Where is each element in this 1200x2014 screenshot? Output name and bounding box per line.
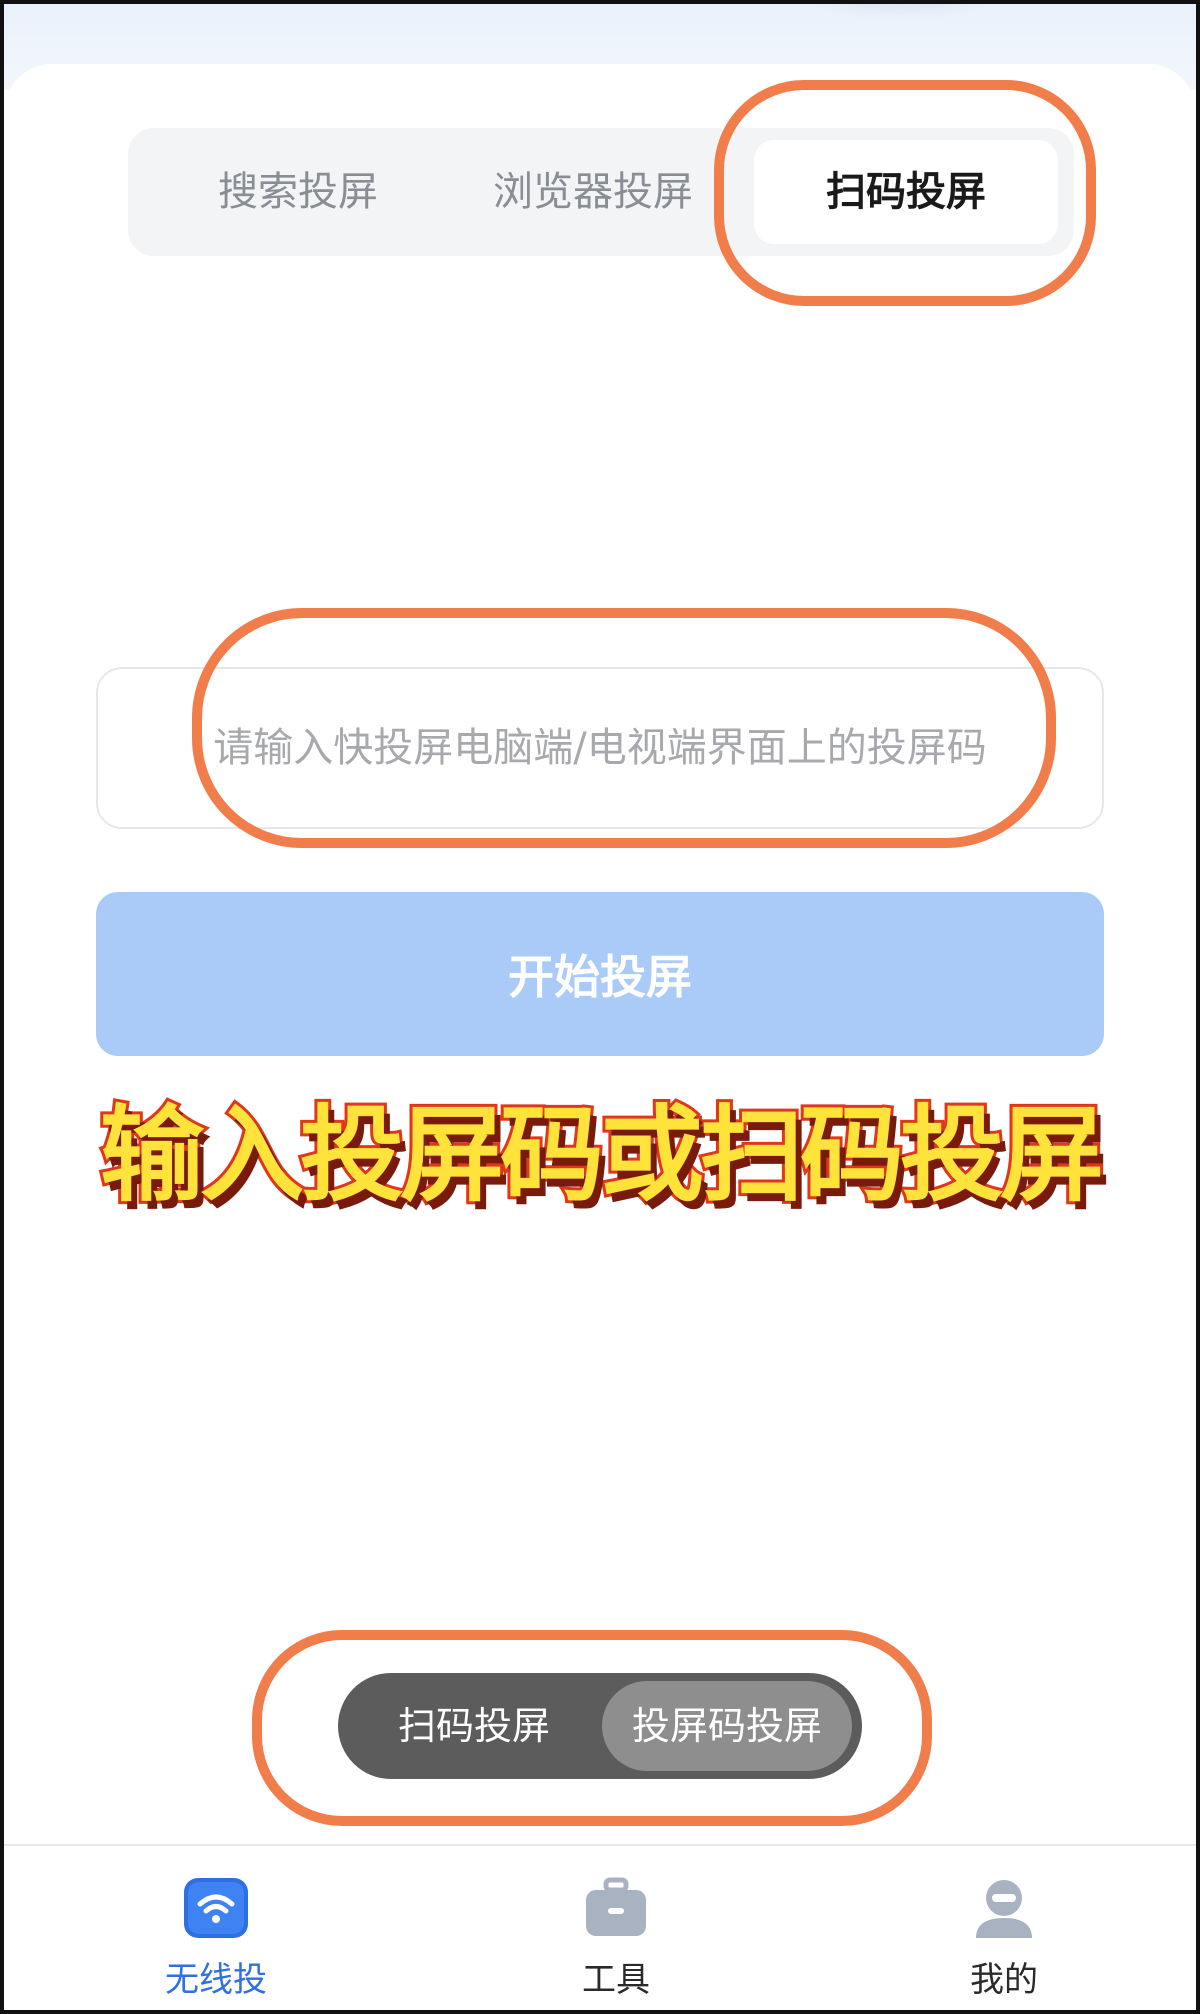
screenshot-border [0,0,1200,2014]
